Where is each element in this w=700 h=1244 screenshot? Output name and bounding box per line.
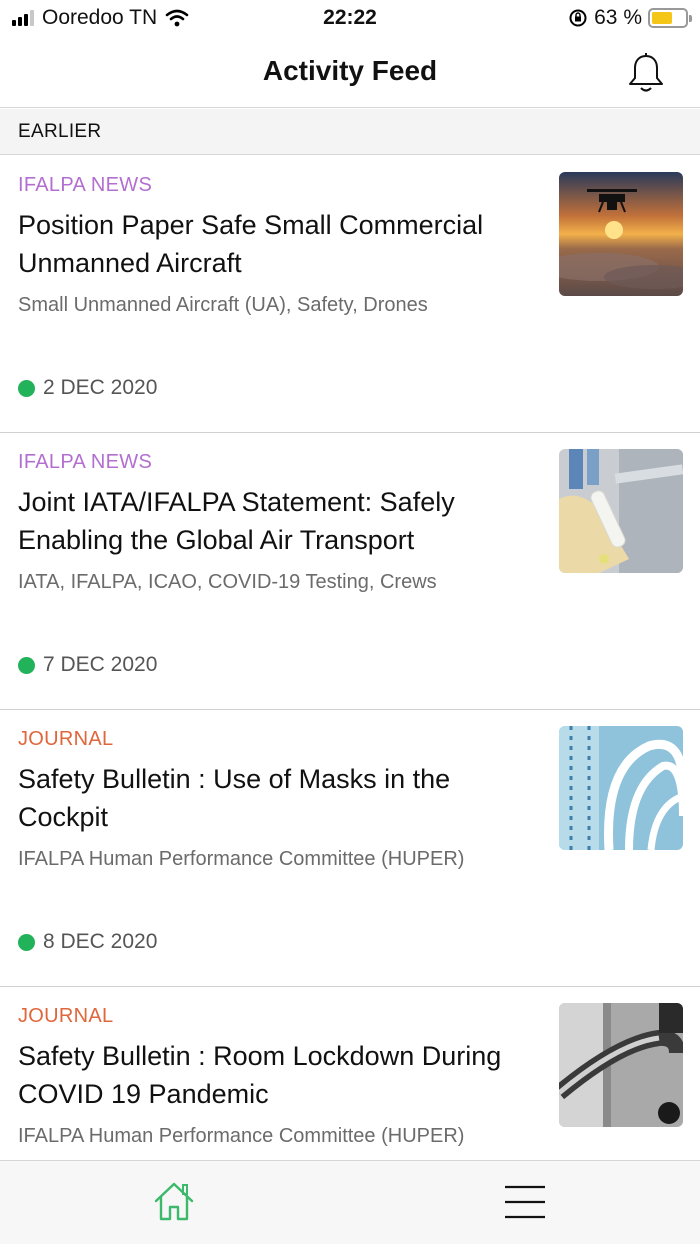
section-header: EARLIER [0,109,700,155]
item-tags: IATA, IFALPA, ICAO, COVID-19 Testing, Cr… [18,571,437,593]
battery-icon [648,8,692,28]
rotation-lock-icon [569,9,587,27]
item-title[interactable]: Safety Bulletin : Room Lockdown During C… [18,1037,538,1113]
feed-item[interactable]: IFALPA NEWS Position Paper Safe Small Co… [0,156,700,433]
item-title[interactable]: Joint IATA/IFALPA Statement: Safely Enab… [18,483,538,559]
category-label: IFALPA NEWS [18,174,153,196]
category-label: IFALPA NEWS [18,451,153,473]
app-header: Activity Feed [0,38,700,108]
category-label: JOURNAL [18,1005,114,1027]
item-title[interactable]: Position Paper Safe Small Commercial Unm… [18,206,538,282]
item-date: 7 DEC 2020 [43,653,158,676]
status-dot-icon [18,379,35,397]
section-label: EARLIER [18,121,102,142]
bell-icon[interactable] [626,52,666,94]
activity-feed: IFALPA NEWS Position Paper Safe Small Co… [0,156,700,1244]
battery-percent: 63 % [594,6,642,29]
feed-item[interactable]: IFALPA NEWS Joint IATA/IFALPA Statement:… [0,433,700,710]
category-label: JOURNAL [18,728,114,750]
feed-item[interactable]: JOURNAL Safety Bulletin : Use of Masks i… [0,710,700,987]
menu-icon[interactable] [505,1185,545,1219]
status-dot-icon [18,656,35,674]
test-tube-image[interactable] [559,449,683,573]
status-bar: Ooredoo TN 22:22 63 % [0,0,700,38]
item-title[interactable]: Safety Bulletin : Use of Masks in the Co… [18,760,538,836]
tab-bar [0,1160,700,1244]
item-tags: Small Unmanned Aircraft (UA), Safety, Dr… [18,294,428,316]
item-tags: IFALPA Human Performance Committee (HUPE… [18,1125,465,1147]
date-row: 2 DEC 2020 [18,376,157,400]
page-title: Activity Feed [262,55,438,86]
door-handle-image[interactable] [559,1003,683,1127]
date-row: 7 DEC 2020 [18,653,157,677]
item-date: 2 DEC 2020 [43,376,158,399]
item-date: 8 DEC 2020 [43,930,158,953]
face-masks-image[interactable] [559,726,683,850]
date-row: 8 DEC 2020 [18,930,157,954]
status-dot-icon [18,933,35,951]
drone-sunset-image[interactable] [559,172,683,296]
item-tags: IFALPA Human Performance Committee (HUPE… [18,848,465,870]
status-right: 63 % [568,6,692,30]
home-icon[interactable] [152,1179,196,1223]
